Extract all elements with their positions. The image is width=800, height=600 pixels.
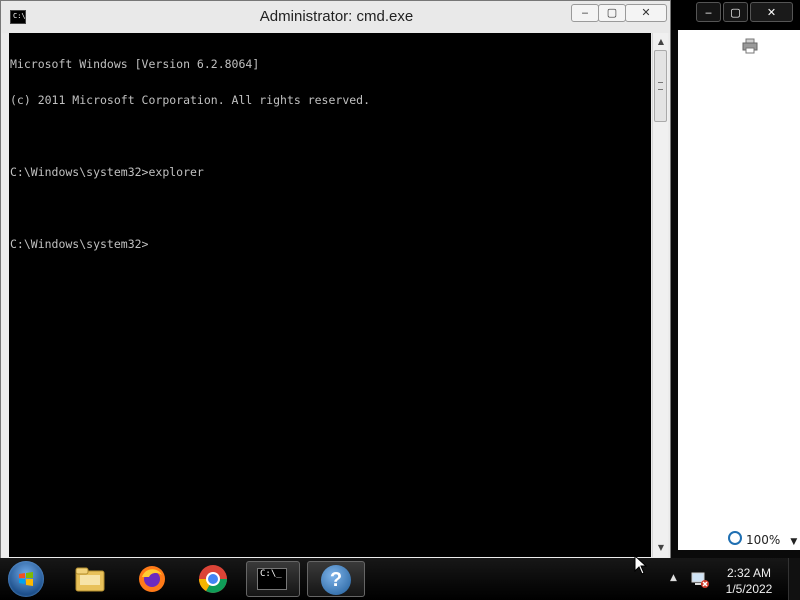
window-title: Administrator: cmd.exe xyxy=(259,8,414,25)
cmd-icon: C:\_ xyxy=(257,568,287,590)
clock-date: 1/5/2022 xyxy=(725,582,773,596)
start-orb-icon[interactable] xyxy=(8,561,44,597)
background-window: ‒ ▢ ✕ 100% ▼ xyxy=(670,0,800,558)
console-line: Microsoft Windows [Version 6.2.8064] xyxy=(10,57,260,71)
close-button[interactable]: ✕ xyxy=(625,4,667,22)
console-line: C:\Windows\system32>explorer xyxy=(10,165,204,179)
chevron-down-icon[interactable]: ▼ xyxy=(790,537,797,547)
zoom-icon xyxy=(728,531,742,545)
help-icon-label: ? xyxy=(329,569,343,591)
printer-icon[interactable] xyxy=(742,38,758,54)
bg-minimize-button[interactable]: ‒ xyxy=(696,2,721,22)
bg-maximize-button[interactable]: ▢ xyxy=(723,2,748,22)
cmd-icon[interactable]: C:\ xyxy=(10,10,26,24)
windows-flag-icon xyxy=(19,572,33,586)
background-window-content: 100% ▼ xyxy=(678,30,800,550)
network-warning-icon[interactable] xyxy=(690,569,710,589)
scrollbar-thumb[interactable] xyxy=(654,50,667,122)
cmd-icon-label: C:\_ xyxy=(260,569,282,579)
system-clock[interactable]: 2:32 AM 1/5/2022 xyxy=(718,565,780,597)
chrome-icon[interactable] xyxy=(195,561,231,597)
taskbar-help-button[interactable]: ? xyxy=(307,561,365,597)
show-desktop-button[interactable] xyxy=(788,558,800,600)
help-icon: ? xyxy=(321,565,351,595)
console-output[interactable]: Microsoft Windows [Version 6.2.8064] (c)… xyxy=(9,33,651,557)
tray-expand-icon[interactable]: ▲ xyxy=(670,573,677,583)
maximize-button[interactable]: ▢ xyxy=(598,4,626,22)
taskbar-cmd-button[interactable]: C:\_ xyxy=(246,561,300,597)
taskbar: C:\_ ? ▲ 2:32 AM 1/5/2022 xyxy=(0,558,800,600)
zoom-control[interactable]: 100% ▼ xyxy=(728,530,797,547)
clock-time: 2:32 AM xyxy=(726,566,772,580)
console-line: (c) 2011 Microsoft Corporation. All righ… xyxy=(10,93,371,107)
firefox-icon[interactable] xyxy=(134,561,170,597)
minimize-button[interactable]: ‒ xyxy=(571,4,599,22)
console-line: C:\Windows\system32> xyxy=(10,237,149,251)
folder-icon[interactable] xyxy=(72,561,108,597)
scroll-down-arrow-icon[interactable]: ▼ xyxy=(653,541,669,555)
zoom-level: 100% xyxy=(746,533,781,547)
scroll-up-arrow-icon[interactable]: ▲ xyxy=(653,35,669,49)
mouse-cursor-icon xyxy=(634,555,648,575)
cmd-window: Administrator: cmd.exe C:\ ‒ ▢ ✕ Microso… xyxy=(0,0,671,562)
vertical-scrollbar[interactable]: ▲ ▼ xyxy=(652,33,668,557)
bg-close-button[interactable]: ✕ xyxy=(750,2,793,22)
